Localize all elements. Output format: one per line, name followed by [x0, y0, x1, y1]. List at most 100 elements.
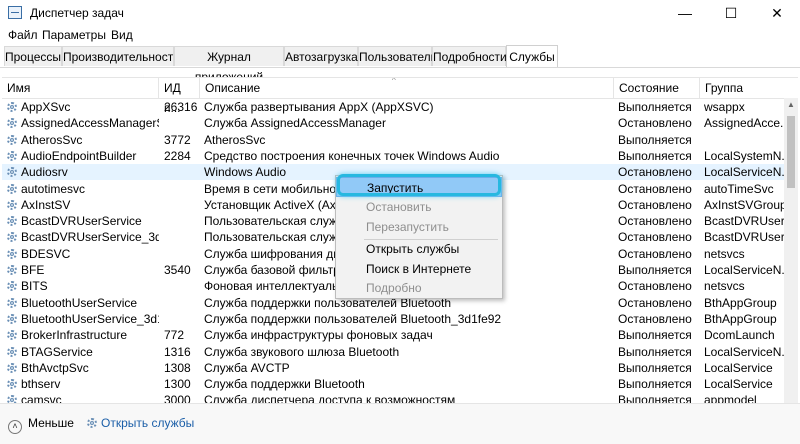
cell-group-text: BcastDVRUser...: [704, 230, 784, 245]
column-group[interactable]: Группа: [700, 78, 784, 98]
table-row[interactable]: bthserv 1300 Служба поддержки Bluetooth Вып…: [2, 376, 798, 392]
cell-name-text: BrokerInfrastructure: [21, 328, 128, 343]
cell-status: Остановлено: [616, 295, 700, 311]
column-name[interactable]: Имя: [2, 78, 159, 98]
cell-status-text: Выполняется: [618, 328, 692, 343]
gear-icon: [6, 264, 18, 276]
cell-status-text: Остановлено: [618, 230, 692, 245]
tab-app-history[interactable]: Журнал приложений: [174, 46, 284, 84]
cell-description-text: Служба инфраструктуры фоновых задач: [204, 328, 433, 343]
cell-name-text: BFE: [21, 263, 45, 277]
cell-group-text: AssignedAcce...: [704, 116, 784, 131]
menu-stop[interactable]: Остановить: [336, 197, 502, 217]
cell-status-text: Выполняется: [618, 377, 692, 392]
cell-description-text: Служба AVCTP: [204, 360, 290, 375]
cell-status-text: Остановлено: [618, 116, 692, 131]
cell-group: LocalService: [702, 376, 784, 392]
cell-pid: 3540: [162, 262, 200, 278]
cell-group-text: LocalServiceN...: [704, 165, 784, 180]
tab-performance[interactable]: Производительность: [62, 46, 179, 66]
cell-pid: 2284: [162, 148, 200, 164]
column-pid[interactable]: ИД п...: [159, 78, 200, 115]
minimize-button[interactable]: —: [662, 0, 708, 26]
table-row[interactable]: AppXSvc 26316 Служба развертывания AppX (A…: [2, 99, 798, 115]
table-row[interactable]: BthAvctpSvc 1308 Служба AVCTP Выполняется Lo…: [2, 360, 798, 376]
cell-description: Служба AVCTP: [202, 360, 612, 376]
fewer-details-button[interactable]: ˄ Меньше: [8, 416, 74, 434]
cell-pid-text: 3540: [164, 263, 191, 277]
table-row[interactable]: AtherosSvc 3772 AtherosSvc Выполняется: [2, 132, 798, 148]
cell-group: BthAppGroup: [702, 295, 784, 311]
task-manager-icon: [8, 6, 22, 19]
gear-icon: [6, 215, 18, 227]
cell-status: Остановлено: [616, 229, 700, 245]
close-button[interactable]: ✕: [754, 0, 800, 26]
window-title: Диспетчер задач: [30, 6, 124, 20]
cell-description: Служба развертывания AppX (AppXSVC): [202, 99, 612, 115]
gear-icon: [6, 166, 18, 178]
table-row[interactable]: BluetoothUserService_3d1fe... Служба подд…: [2, 311, 798, 327]
table-row[interactable]: AudioEndpointBuilder 2284 Средство построе…: [2, 148, 798, 164]
table-row[interactable]: AssignedAccessManagerSvc Служба AssignedA…: [2, 115, 798, 131]
cell-pid: 1316: [162, 344, 200, 360]
cell-pid: [162, 181, 200, 197]
cell-status: Остановлено: [616, 181, 700, 197]
open-services-link[interactable]: Открыть службы: [86, 416, 194, 430]
tab-details[interactable]: Подробности: [432, 46, 507, 66]
gear-icon: [6, 183, 18, 195]
cell-pid: [162, 311, 200, 327]
cell-group: BcastDVRUser...: [702, 213, 784, 229]
cell-description-text: Средство построения конечных точек Windo…: [204, 148, 500, 163]
cell-status-text: Остановлено: [618, 181, 692, 196]
cell-status-text: Выполняется: [618, 148, 692, 163]
menu-options[interactable]: Параметры: [42, 28, 106, 42]
menu-file[interactable]: Файл: [8, 28, 38, 42]
highlight-frame: [337, 174, 501, 196]
menu-open-services[interactable]: Открыть службы: [336, 239, 502, 259]
cell-group-text: LocalSystemN...: [704, 148, 784, 163]
cell-status: Остановлено: [616, 213, 700, 229]
maximize-button[interactable]: ☐: [708, 0, 754, 26]
cell-description-text: Служба развертывания AppX (AppXSVC): [204, 100, 434, 114]
cell-pid: [162, 197, 200, 213]
cell-pid: [162, 229, 200, 245]
tab-users[interactable]: Пользователи: [358, 46, 437, 66]
cell-status: Остановлено: [616, 115, 700, 131]
cell-name: BthAvctpSvc: [4, 360, 159, 376]
scroll-up-icon[interactable]: ▲: [784, 98, 798, 112]
cell-description: Служба поддержки Bluetooth: [202, 376, 612, 392]
cell-name-text: BITS: [21, 279, 48, 294]
cell-status: Остановлено: [616, 246, 700, 262]
tab-processes[interactable]: Процессы: [4, 46, 62, 66]
cell-description: AtherosSvc: [202, 132, 612, 148]
tab-startup[interactable]: Автозагрузка: [284, 46, 358, 66]
cell-name: AtherosSvc: [4, 132, 159, 148]
cell-status-text: Остановлено: [618, 165, 692, 180]
cell-name-text: Audiosrv: [21, 165, 68, 180]
menu-details[interactable]: Подробно: [336, 278, 502, 298]
table-row[interactable]: BTAGService 1316 Служба звукового шлюза Bl…: [2, 344, 798, 360]
cell-group: LocalService: [702, 360, 784, 376]
cell-group: AxInstSVGroup: [702, 197, 784, 213]
tab-services[interactable]: Службы: [506, 45, 558, 67]
menu-search-online[interactable]: Поиск в Интернете: [336, 259, 502, 279]
table-row[interactable]: BrokerInfrastructure 772 Служба инфраструк…: [2, 327, 798, 343]
scroll-thumb[interactable]: [787, 116, 795, 188]
cell-status-text: Остановлено: [618, 295, 692, 310]
menu-restart[interactable]: Перезапустить: [336, 217, 502, 237]
column-description[interactable]: Описание: [200, 78, 614, 98]
cell-status-text: Остановлено: [618, 214, 692, 229]
cell-description-text: Служба звукового шлюза Bluetooth: [204, 344, 400, 359]
cell-name: BTAGService: [4, 344, 159, 360]
cell-name-text: AudioEndpointBuilder: [21, 148, 137, 163]
column-status[interactable]: Состояние: [614, 78, 700, 98]
cell-status-text: Остановлено: [618, 311, 692, 326]
cell-group: wsappx: [702, 99, 784, 115]
cell-description-text: Служба поддержки пользователей Bluetooth…: [204, 311, 502, 326]
cell-status: Остановлено: [616, 197, 700, 213]
cell-group-text: LocalService: [704, 377, 773, 392]
vertical-scrollbar[interactable]: ▲: [784, 98, 798, 404]
menu-bar: Файл Параметры Вид: [0, 26, 800, 46]
cell-status: Выполняется: [616, 148, 700, 164]
menu-view[interactable]: Вид: [111, 28, 133, 42]
